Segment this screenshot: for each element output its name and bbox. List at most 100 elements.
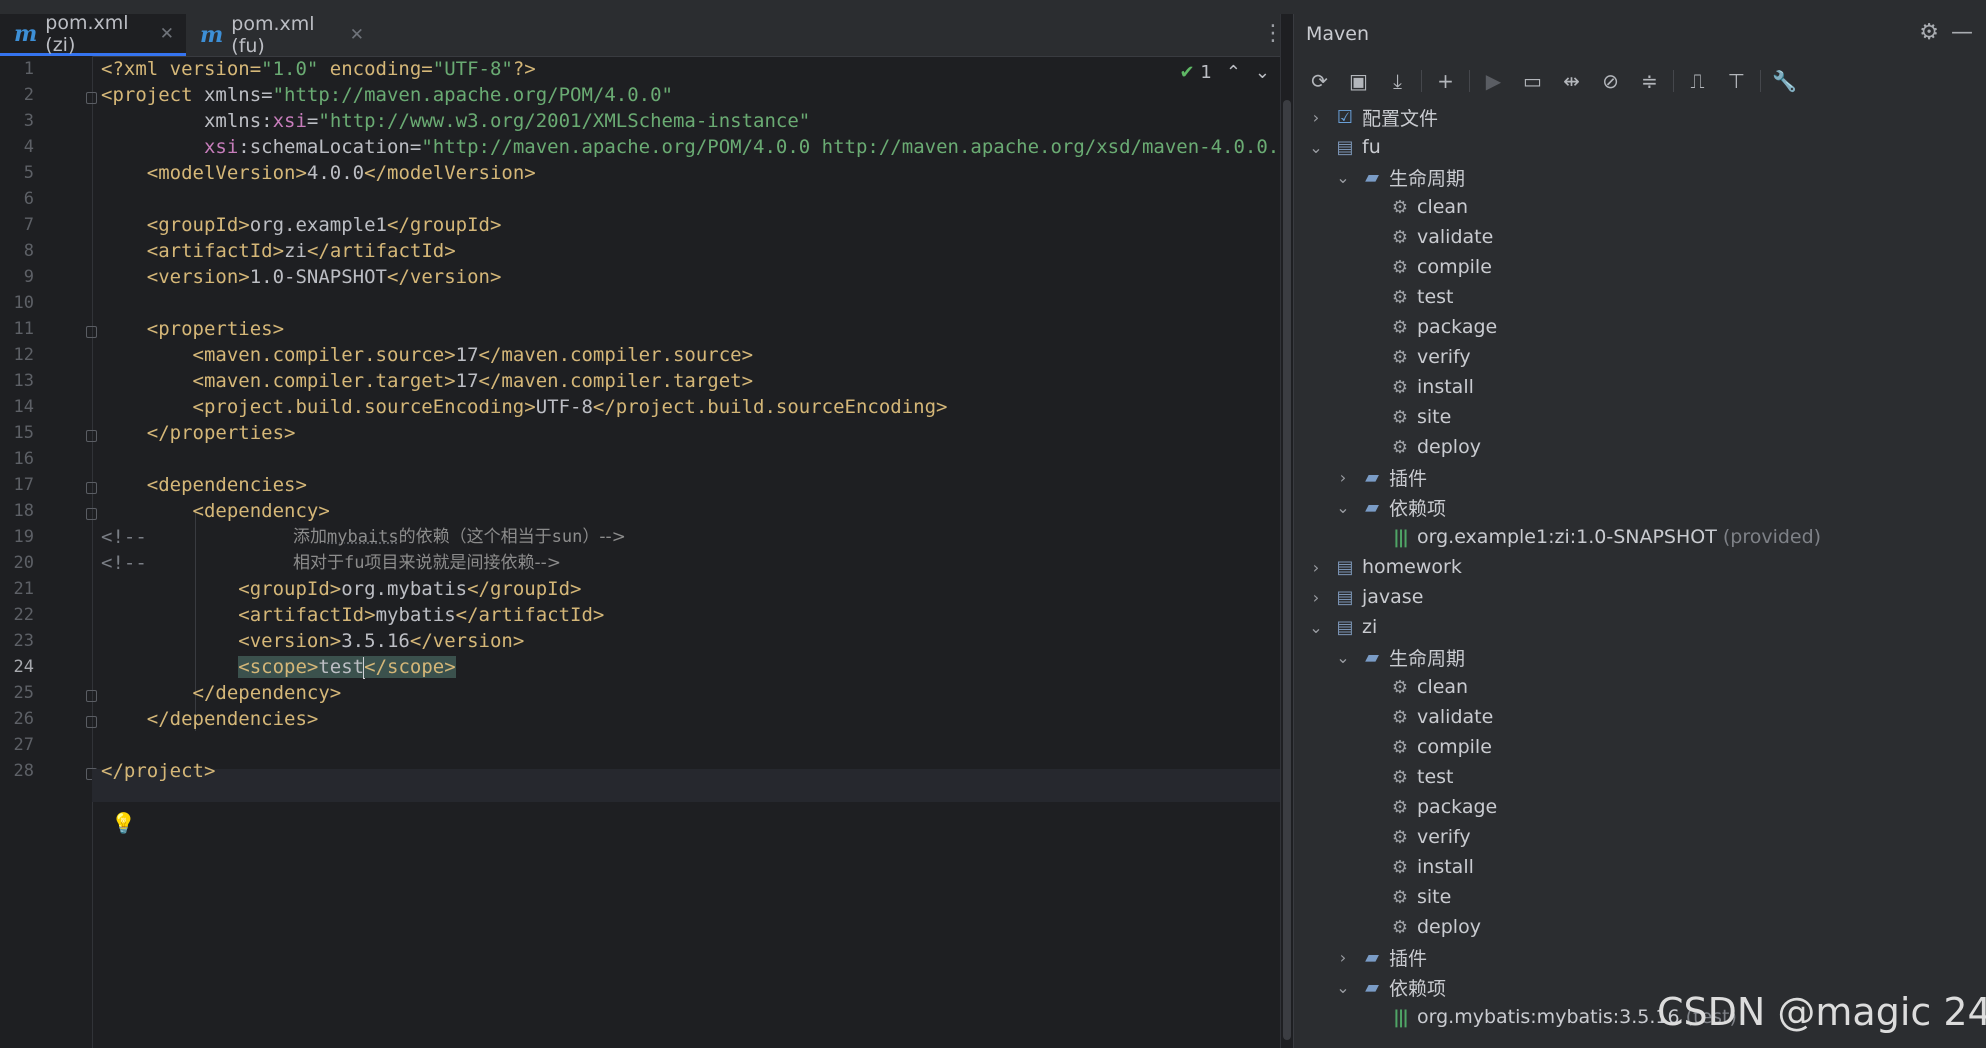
minimize-icon[interactable]: — xyxy=(1951,20,1973,45)
close-tag: </modelVersion> xyxy=(364,162,536,184)
goal-validate[interactable]: ⚙ validate xyxy=(1389,703,1493,731)
goal-package[interactable]: ⚙ package xyxy=(1389,313,1497,341)
code-line-20: <!-- 相对于fu项目来说就是间接依赖--> xyxy=(101,550,561,576)
add-icon[interactable]: + xyxy=(1430,66,1461,96)
goal-clean[interactable]: ⚙ clean xyxy=(1389,673,1468,701)
maven-title: Maven xyxy=(1306,23,1370,45)
next-highlight-icon[interactable]: ⌄ xyxy=(1255,62,1270,83)
chevron-right-icon[interactable]: › xyxy=(1308,108,1324,127)
execute-goal-icon[interactable]: ▭ xyxy=(1517,66,1548,96)
generate-sources-icon[interactable]: ▣ xyxy=(1343,66,1374,96)
code-line-19: <!-- 添加mybaits的依赖（这个相当于sun）--> xyxy=(101,524,626,550)
gear-icon: ⚙ xyxy=(1391,916,1409,938)
maven-module-icon: ▤ xyxy=(1336,556,1354,578)
goal-site[interactable]: ⚙ site xyxy=(1389,883,1451,911)
open-tag: <modelVersion> xyxy=(146,162,307,184)
open-tag: <artifactId> xyxy=(146,240,285,262)
goal-verify[interactable]: ⚙ verify xyxy=(1389,343,1471,371)
xml-version-value: "1.0" xyxy=(261,58,319,80)
chevron-right-icon[interactable]: › xyxy=(1308,588,1324,607)
comment-part: 相对于 xyxy=(293,553,344,573)
chevron-right-icon[interactable]: › xyxy=(1335,468,1351,487)
node-label: deploy xyxy=(1417,436,1481,458)
goal-test[interactable]: ⚙ test xyxy=(1389,763,1454,791)
tree-node-zi[interactable]: ⌄ ▤ zi xyxy=(1308,613,1377,641)
goal-install[interactable]: ⚙ install xyxy=(1389,373,1474,401)
goal-clean[interactable]: ⚙ clean xyxy=(1389,193,1468,221)
goal-compile[interactable]: ⚙ compile xyxy=(1389,733,1492,761)
close-icon[interactable]: ✕ xyxy=(160,24,174,44)
skip-tests-icon[interactable]: ⊘ xyxy=(1595,66,1626,96)
previous-highlight-icon[interactable]: ⌃ xyxy=(1226,62,1241,83)
chevron-down-icon[interactable]: ⌄ xyxy=(1308,138,1324,157)
tree-node-javase[interactable]: › ▤ javase xyxy=(1308,583,1424,611)
reload-icon[interactable]: ⟳ xyxy=(1304,66,1335,96)
editor-scrollbar[interactable] xyxy=(1280,14,1293,1048)
goal-package[interactable]: ⚙ package xyxy=(1389,793,1497,821)
maven-module-icon: ▤ xyxy=(1336,136,1354,158)
tree-node-profiles[interactable]: › ☑ 配置文件 xyxy=(1308,103,1438,131)
tree-node-fu[interactable]: ⌄ ▤ fu xyxy=(1308,133,1380,161)
toggle-offline-icon[interactable]: ⇹ xyxy=(1556,66,1587,96)
tree-node-zi-dependencies[interactable]: ⌄ ▰ 依赖项 xyxy=(1335,973,1446,1001)
goal-compile[interactable]: ⚙ compile xyxy=(1389,253,1492,281)
goal-install[interactable]: ⚙ install xyxy=(1389,853,1474,881)
goal-verify[interactable]: ⚙ verify xyxy=(1389,823,1471,851)
maven-file-icon: m xyxy=(14,20,38,47)
goal-validate[interactable]: ⚙ validate xyxy=(1389,223,1493,251)
tree-node-fu-lifecycle[interactable]: ⌄ ▰ 生命周期 xyxy=(1335,163,1465,191)
expand-all-icon[interactable]: ⊤ xyxy=(1721,66,1752,96)
tree-node-zi-lifecycle[interactable]: ⌄ ▰ 生命周期 xyxy=(1335,643,1465,671)
tree-node-fu-plugins[interactable]: › ▰ 插件 xyxy=(1335,463,1427,491)
tab-pom-fu[interactable]: m pom.xml (fu) ✕ xyxy=(186,13,376,57)
download-icon[interactable]: ⤓ xyxy=(1382,66,1413,96)
xml-decl: <?xml version= xyxy=(101,58,262,80)
code-editor[interactable]: <?xml version="1.0" encoding="UTF-8"?> <… xyxy=(0,56,1280,1048)
close-tag: </maven.compiler.target> xyxy=(478,370,754,392)
chevron-down-icon[interactable]: ⌄ xyxy=(1335,648,1351,667)
inspection-widget[interactable]: ✔ 1 ⌃ ⌄ xyxy=(1180,62,1270,83)
run-icon[interactable]: ▶ xyxy=(1478,66,1509,96)
node-label: install xyxy=(1417,856,1474,878)
gear-icon[interactable]: ⚙ xyxy=(1919,20,1939,45)
tree-node-homework[interactable]: › ▤ homework xyxy=(1308,553,1462,581)
gear-icon: ⚙ xyxy=(1391,736,1409,758)
collapse-all-icon[interactable]: ≑ xyxy=(1634,66,1665,96)
tab-pom-zi[interactable]: m pom.xml (zi) ✕ xyxy=(0,12,186,56)
maven-project-tree[interactable]: › ☑ 配置文件 ⌄ ▤ fu ⌄ ▰ 生命周期 ⚙ clean ⚙ validate ⚙ com… xyxy=(1294,102,1986,1048)
tree-node-fu-dependencies[interactable]: ⌄ ▰ 依赖项 xyxy=(1335,493,1446,521)
close-tag: </version> xyxy=(387,266,502,288)
node-label: install xyxy=(1417,376,1474,398)
dependency-item[interactable]: ||| org.example1:zi:1.0-SNAPSHOT (provided… xyxy=(1389,523,1821,551)
chevron-right-icon[interactable]: › xyxy=(1335,948,1351,967)
chevron-down-icon[interactable]: ⌄ xyxy=(1335,498,1351,517)
chevron-down-icon[interactable]: ⌄ xyxy=(1335,168,1351,187)
close-tag: </groupId> xyxy=(467,578,582,600)
goal-site[interactable]: ⚙ site xyxy=(1389,403,1451,431)
wrench-icon[interactable]: 🔧 xyxy=(1769,66,1800,96)
maven-module-icon: ▤ xyxy=(1336,586,1354,608)
maven-file-icon: m xyxy=(200,22,224,48)
chevron-down-icon[interactable]: ⌄ xyxy=(1308,618,1324,637)
code-line-22: <artifactId>mybatis</artifactId> xyxy=(101,602,604,628)
code-line-8: <artifactId>zi</artifactId> xyxy=(101,238,456,264)
inspection-status[interactable]: ✔ 1 xyxy=(1180,62,1212,83)
comment-part: mybaits xyxy=(327,527,399,547)
goal-deploy[interactable]: ⚙ deploy xyxy=(1389,433,1481,461)
chevron-down-icon[interactable]: ⌄ xyxy=(1335,978,1351,997)
close-icon[interactable]: ✕ xyxy=(350,25,364,45)
close-tag: </maven.compiler.source> xyxy=(478,344,754,366)
show-dependencies-icon[interactable]: ⎍ xyxy=(1682,66,1713,96)
toolbar-separator xyxy=(1673,70,1674,92)
scrollbar-thumb[interactable] xyxy=(1283,100,1291,1040)
node-label: test xyxy=(1417,766,1454,788)
tag-value: test xyxy=(318,656,365,678)
tree-node-zi-plugins[interactable]: › ▰ 插件 xyxy=(1335,943,1427,971)
goal-deploy[interactable]: ⚙ deploy xyxy=(1389,913,1481,941)
goal-test[interactable]: ⚙ test xyxy=(1389,283,1454,311)
chevron-right-icon[interactable]: › xyxy=(1308,558,1324,577)
xsi-namespace: xsi xyxy=(272,110,307,132)
editor-area: m pom.xml (zi) ✕ m pom.xml (fu) ✕ ⋮ 1 2 … xyxy=(0,12,1293,1048)
comment-marker: <!-- xyxy=(101,552,147,574)
